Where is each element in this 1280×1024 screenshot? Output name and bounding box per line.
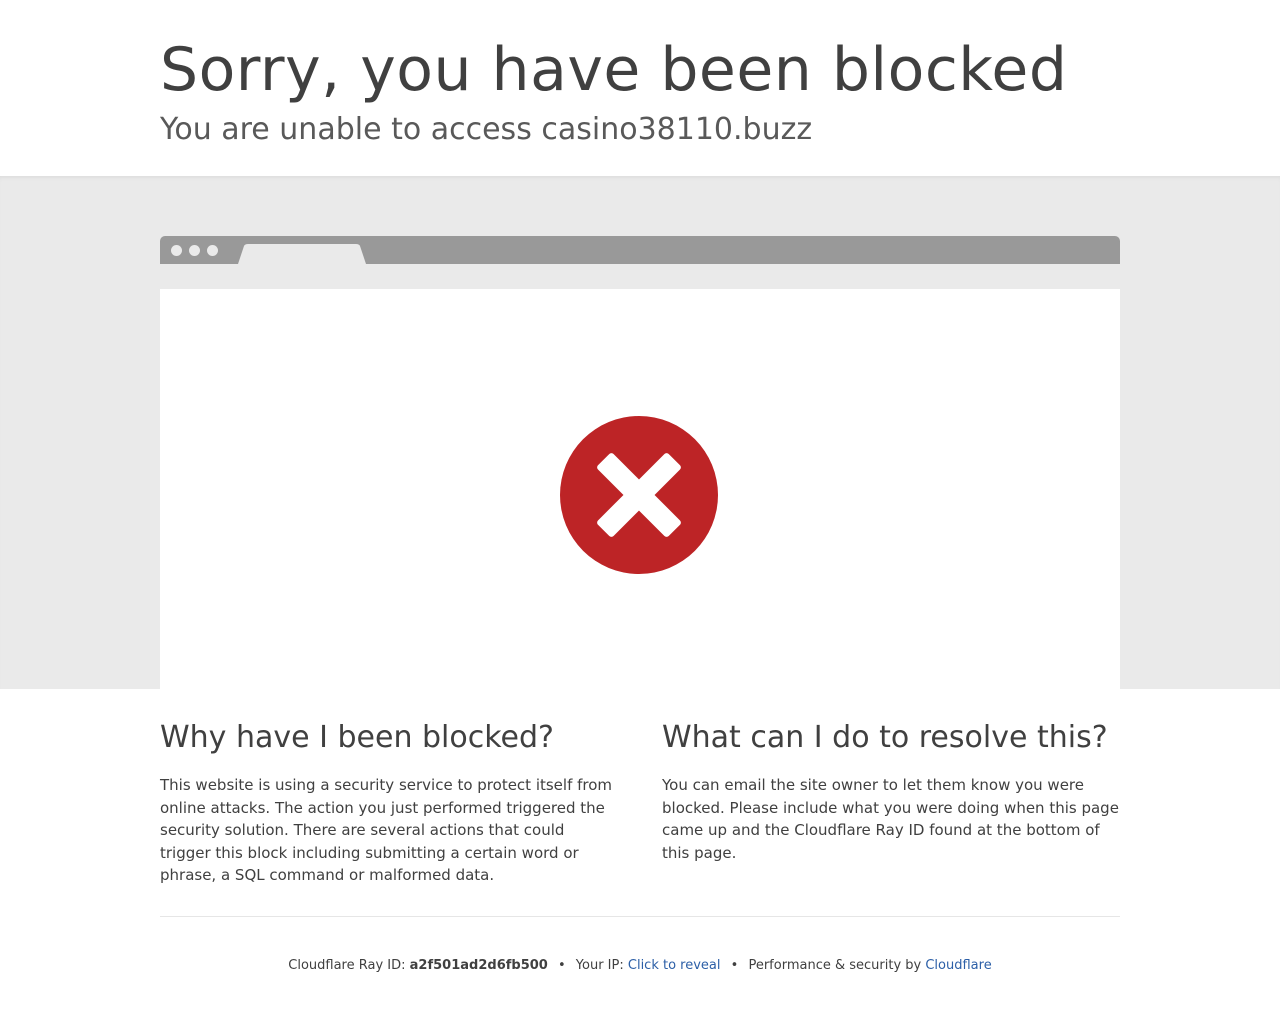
browser-tab-icon (238, 244, 366, 264)
footer: Cloudflare Ray ID: a2f501ad2d6fb500 • Yo… (0, 957, 1280, 975)
page-header: Sorry, you have been blocked You are una… (0, 0, 1280, 176)
header-content: Sorry, you have been blocked You are una… (160, 34, 1120, 150)
browser-title-bar (160, 236, 1120, 264)
ray-id-value: a2f501ad2d6fb500 (409, 958, 548, 973)
browser-address-strip (160, 264, 1120, 289)
window-dot-icon (171, 245, 182, 256)
browser-viewport (160, 289, 1120, 689)
performance-label: Performance & security by (748, 958, 922, 973)
ip-label: Your IP: (575, 958, 624, 973)
close-x-icon (560, 416, 718, 574)
footer-separator: • (730, 958, 739, 973)
ray-id-label: Cloudflare Ray ID: (288, 958, 406, 973)
cloudflare-link[interactable]: Cloudflare (925, 958, 991, 973)
explanation-section: Why have I been blocked? This website is… (160, 720, 1120, 887)
window-dot-icon (189, 245, 200, 256)
browser-illustration (160, 236, 1120, 689)
resolve-text: You can email the site owner to let them… (662, 776, 1119, 862)
page-title: Sorry, you have been blocked (160, 35, 1068, 105)
reveal-ip-link[interactable]: Click to reveal (628, 958, 721, 973)
resolve-column: What can I do to resolve this? You can e… (662, 720, 1120, 887)
footer-divider (160, 916, 1120, 917)
footer-separator: • (557, 958, 566, 973)
resolve-heading: What can I do to resolve this? (662, 720, 1108, 755)
why-blocked-heading: Why have I been blocked? (160, 720, 554, 755)
window-dot-icon (207, 245, 218, 256)
page-subtitle: You are unable to access casino38110.buz… (160, 112, 813, 147)
why-blocked-text: This website is using a security service… (160, 776, 613, 885)
why-blocked-column: Why have I been blocked? This website is… (160, 720, 618, 887)
